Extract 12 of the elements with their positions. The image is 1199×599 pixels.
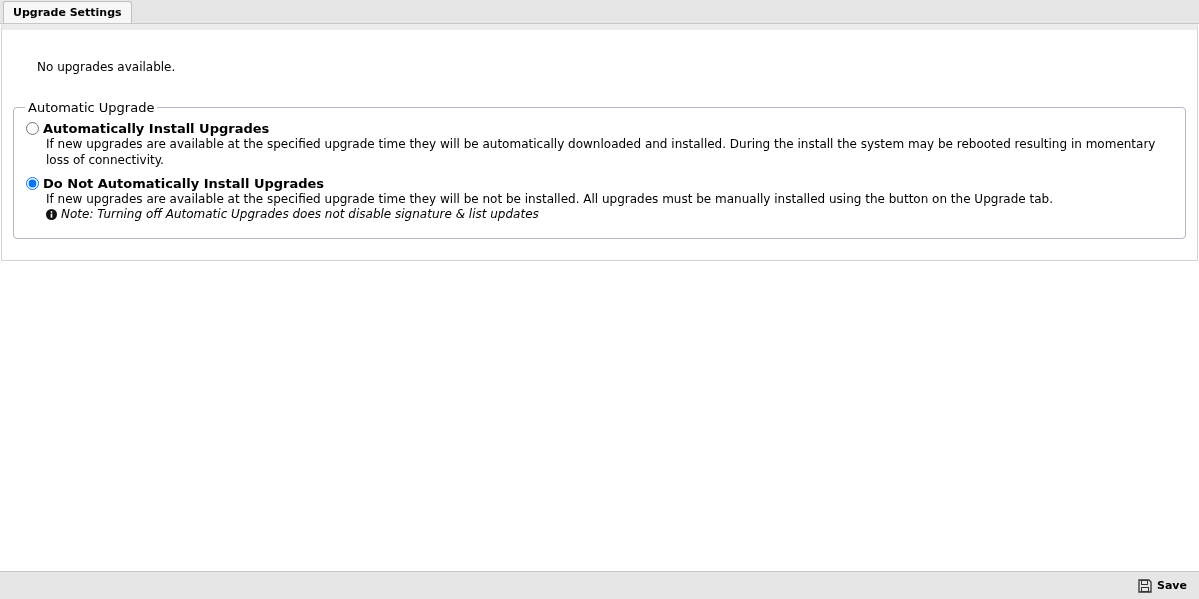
option-label[interactable]: Automatically Install Upgrades bbox=[43, 121, 270, 136]
radio-button[interactable] bbox=[26, 122, 39, 135]
info-icon bbox=[46, 208, 57, 220]
status-message: No upgrades available. bbox=[37, 60, 177, 74]
tab[interactable]: Upgrade Settings bbox=[3, 1, 132, 23]
note-text: Note: Turning off Automatic Upgrades does not disable signature & list updates bbox=[61, 207, 539, 221]
option-description: If new upgrades are available at the specified upgrade time they will be not be installed. All upgrades must be manually installed using the button on the Upgrade tab. bbox=[46, 191, 1054, 207]
radio-button[interactable] bbox=[26, 177, 39, 190]
option-label[interactable]: Do Not Automatically Install Upgrades bbox=[43, 176, 325, 191]
option-description: If new upgrades are available at the specified upgrade time they will be automatically downloaded and installed. During the install the system may be rebooted resulting in momentary loss of connectivity. bbox=[46, 136, 1157, 168]
save-button[interactable]: Save bbox=[1136, 576, 1189, 595]
group-legend: Automatic Upgrade bbox=[25, 100, 158, 115]
